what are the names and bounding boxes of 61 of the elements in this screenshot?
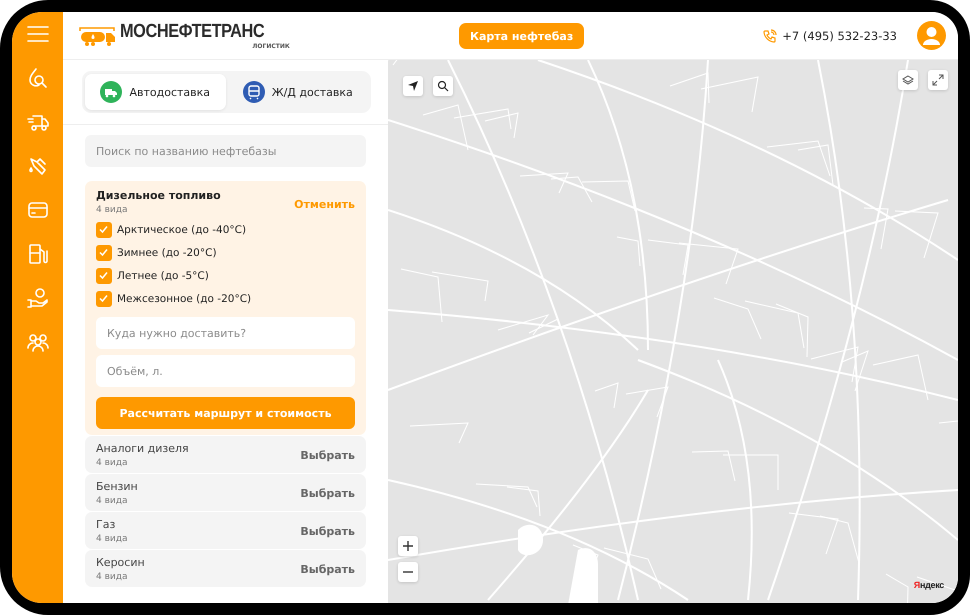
search-field[interactable]: Поиск по названию нефтебазы bbox=[85, 135, 366, 167]
volume-field[interactable]: Объём, л. bbox=[96, 355, 355, 387]
phone-number[interactable]: +7 (495) 532-23-33 bbox=[782, 28, 897, 42]
user-avatar-icon[interactable] bbox=[917, 21, 946, 50]
address-field[interactable]: Куда нужно доставить? bbox=[96, 317, 355, 349]
fuel-name: Керосин bbox=[96, 556, 145, 569]
checkbox[interactable] bbox=[96, 222, 112, 238]
option-label: Арктическое (до -40°C) bbox=[117, 224, 246, 236]
card-icon[interactable] bbox=[26, 199, 48, 221]
fuel-row[interactable]: Газ 4 вида Выбрать bbox=[85, 512, 366, 549]
fuel-name: Аналоги дизеля bbox=[96, 442, 189, 455]
search-icon bbox=[437, 80, 449, 92]
train-icon bbox=[242, 81, 265, 103]
fuel-row[interactable]: Аналоги дизеля 4 вида Выбрать bbox=[85, 436, 366, 473]
fuel-nozzle-icon[interactable] bbox=[26, 155, 48, 177]
menu-icon[interactable] bbox=[26, 25, 48, 43]
zoom-out-button[interactable] bbox=[398, 562, 418, 582]
option-label: Зимнее (до -20°C) bbox=[117, 247, 217, 259]
fuel-name: Дизельное топливо bbox=[96, 189, 221, 202]
select-link[interactable]: Выбрать bbox=[300, 524, 355, 538]
variant-count: 4 вида bbox=[96, 496, 128, 506]
variant-count: 4 вида bbox=[96, 534, 128, 544]
variant-count: 4 вида bbox=[96, 458, 128, 468]
checkbox[interactable] bbox=[96, 245, 112, 261]
variant-count: 4 вида bbox=[96, 205, 128, 215]
zoom-in-button[interactable] bbox=[398, 536, 418, 556]
fuel-pump-icon[interactable] bbox=[26, 243, 48, 265]
delivery-tab[interactable]: Ж/Д доставка bbox=[228, 74, 368, 110]
variant-count: 4 вида bbox=[96, 572, 128, 582]
check-icon bbox=[97, 269, 110, 282]
fuel-row[interactable]: Бензин 4 вида Выбрать bbox=[85, 474, 366, 511]
arrow-icon bbox=[407, 80, 419, 92]
phone-icon bbox=[763, 28, 778, 42]
expand-icon bbox=[932, 74, 944, 86]
check-icon bbox=[97, 292, 110, 305]
truck-icon bbox=[100, 81, 122, 103]
fuel-name: Газ bbox=[96, 518, 116, 531]
plus-icon bbox=[402, 540, 414, 552]
checkbox[interactable] bbox=[96, 291, 112, 307]
delivery-tab[interactable]: Автодоставка bbox=[85, 74, 226, 110]
select-link[interactable]: Выбрать bbox=[300, 562, 355, 576]
fuel-row[interactable]: Керосин 4 вида Выбрать bbox=[85, 550, 366, 587]
tanker-truck-icon bbox=[79, 24, 117, 46]
map-attribution: Яндекс bbox=[914, 580, 944, 590]
check-icon bbox=[97, 246, 110, 259]
drop-search-icon[interactable] bbox=[26, 67, 48, 89]
option-label: Межсезонное (до -20°C) bbox=[117, 293, 252, 305]
select-link[interactable]: Выбрать bbox=[300, 486, 355, 500]
fuel-name: Бензин bbox=[96, 480, 138, 493]
fullscreen-button[interactable] bbox=[928, 70, 948, 90]
locate-button[interactable] bbox=[403, 76, 423, 96]
checkbox[interactable] bbox=[96, 268, 112, 284]
logo-title: МОСНЕФТЕТРАНС bbox=[120, 21, 264, 43]
layers-icon bbox=[902, 74, 914, 86]
search-button[interactable] bbox=[433, 76, 453, 96]
select-link[interactable]: Выбрать bbox=[300, 448, 355, 462]
option-label: Летнее (до -5°C) bbox=[117, 270, 209, 282]
people-icon[interactable] bbox=[26, 331, 48, 353]
hand-coin-icon[interactable] bbox=[26, 287, 48, 309]
check-icon bbox=[97, 223, 110, 236]
layers-button[interactable] bbox=[898, 70, 918, 90]
